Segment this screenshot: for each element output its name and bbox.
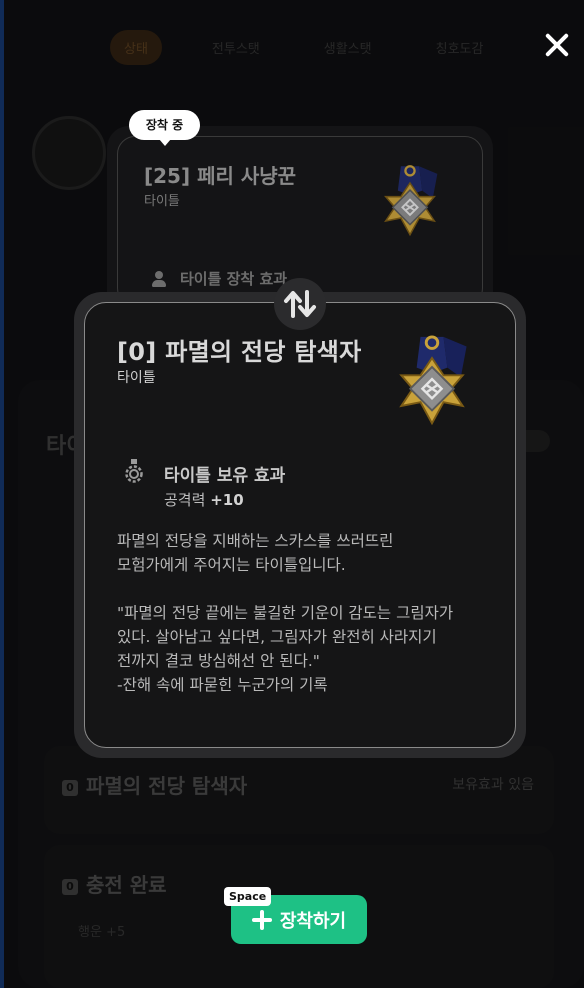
detail-title-type: 타이틀 — [117, 370, 156, 386]
swap-button[interactable] — [274, 278, 326, 330]
holding-effect-title: 타이틀 보유 효과 — [164, 466, 286, 486]
medal-icon — [399, 335, 467, 426]
tab-title-book: 칭호도감 — [435, 42, 484, 57]
list-item-count: 0 — [62, 779, 78, 796]
avatar — [32, 116, 106, 190]
list-item-title: 0 파멸의 전당 탐색자 — [62, 770, 247, 799]
list-item-count: 0 — [62, 878, 78, 895]
equipped-title-type: 타이틀 — [144, 194, 180, 209]
tab-combat-stats: 전투스탯 — [211, 42, 260, 57]
gear-icon — [125, 459, 143, 483]
plus-icon — [251, 909, 272, 930]
window-edge — [0, 0, 4, 988]
list-item-title-text: 충전 완료 — [86, 873, 167, 897]
equipped-title-name: [25] 페리 사냥꾼 — [144, 164, 297, 188]
person-icon — [152, 270, 166, 287]
list-item-title: 0 충전 완료 — [62, 869, 167, 898]
equipped-effect: 타이틀 장착 효과 — [152, 268, 287, 289]
equipped-effect-label: 타이틀 장착 효과 — [180, 270, 288, 288]
list-item-tag: 보유효과 있음 — [452, 777, 534, 793]
equip-button-label: 장착하기 — [279, 910, 347, 932]
detail-title-name: [0] 파멸의 전당 탐색자 — [117, 338, 362, 366]
swap-icon — [284, 290, 316, 318]
list-item-stat: 행운 +5 — [78, 925, 126, 940]
tab-life-stats: 생활스탯 — [323, 42, 372, 57]
shortcut-key-badge: Space — [224, 887, 272, 906]
close-icon[interactable] — [540, 28, 574, 62]
title-description: 파멸의 전당을 지배하는 스카스를 쓰러뜨린 모험가에게 주어지는 타이틀입니다… — [117, 532, 454, 694]
list-item: 0 파멸의 전당 탐색자 보유효과 있음 — [44, 746, 554, 834]
holding-effect-value: 공격력 +10 — [164, 489, 244, 510]
background-tabs: 상태 전투스탯 생활스탯 칭호도감 — [110, 30, 497, 65]
effect-stat-value: +10 — [210, 491, 244, 509]
equipped-badge: 장착 중 — [129, 110, 200, 146]
medal-icon — [384, 165, 438, 237]
list-item-title-text: 파멸의 전당 탐색자 — [86, 774, 248, 798]
effect-stat-name: 공격력 — [164, 491, 206, 509]
tab-status: 상태 — [110, 30, 162, 65]
